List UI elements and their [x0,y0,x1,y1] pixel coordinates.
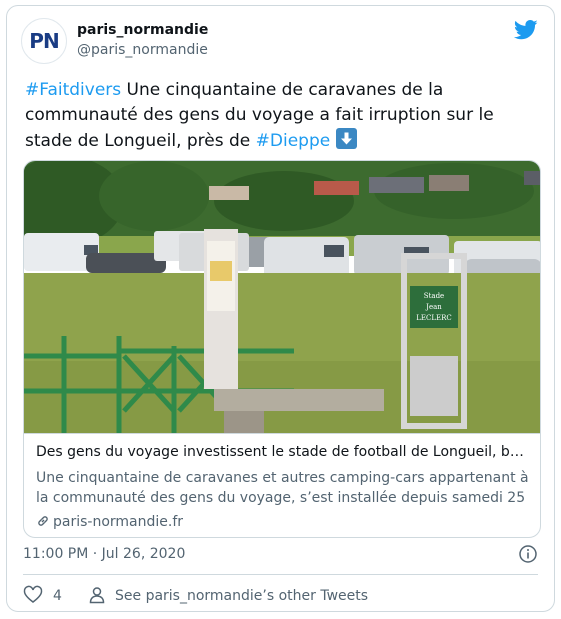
person-icon [89,587,105,604]
tweet-actions: 4 See paris_normandie’s other Tweets [23,584,543,608]
link-icon [38,516,48,526]
author-handle[interactable]: @paris_normandie [77,42,208,58]
heart-icon[interactable] [23,585,43,605]
divider [23,574,538,575]
tweet-text: #Faitdivers Une cinquantaine de caravane… [25,78,545,154]
article-photo[interactable] [24,161,541,433]
author-name[interactable]: paris_normandie [77,22,208,38]
info-icon[interactable] [518,544,538,564]
link-domain[interactable]: paris-normandie.fr [36,514,183,530]
link-meta: Des gens du voyage investissent le stade… [24,433,540,537]
link-domain-text: paris-normandie.fr [53,514,184,530]
link-title[interactable]: Des gens du voyage investissent le stade… [36,444,530,460]
hashtag-dieppe[interactable]: #Dieppe [256,131,331,151]
link-description: Une cinquantaine de caravanes et autres … [36,470,529,506]
link-preview-card[interactable]: Stade Jean LECLERC Des gens du voyage in… [23,160,541,538]
tweet-timestamp[interactable]: 11:00 PM · Jul 26, 2020 [23,546,185,562]
tweet-card[interactable]: PN paris_normandie @paris_normandie #Fai… [6,5,555,612]
tweet-header: PN paris_normandie @paris_normandie [21,18,540,64]
twitter-bird-icon[interactable] [514,20,538,40]
sign-line-1: Stade [423,292,445,300]
down-arrow-emoji-icon [335,128,357,149]
avatar-text: PN [29,29,59,53]
sign-line-2: Jean LECLERC [416,303,452,322]
avatar[interactable]: PN [21,18,67,64]
see-other-tweets-link[interactable]: See paris_normandie’s other Tweets [115,588,368,604]
sign-text: Stade Jean LECLERC [410,291,458,324]
like-count: 4 [53,588,62,604]
hashtag-faitdivers[interactable]: #Faitdivers [25,80,121,100]
